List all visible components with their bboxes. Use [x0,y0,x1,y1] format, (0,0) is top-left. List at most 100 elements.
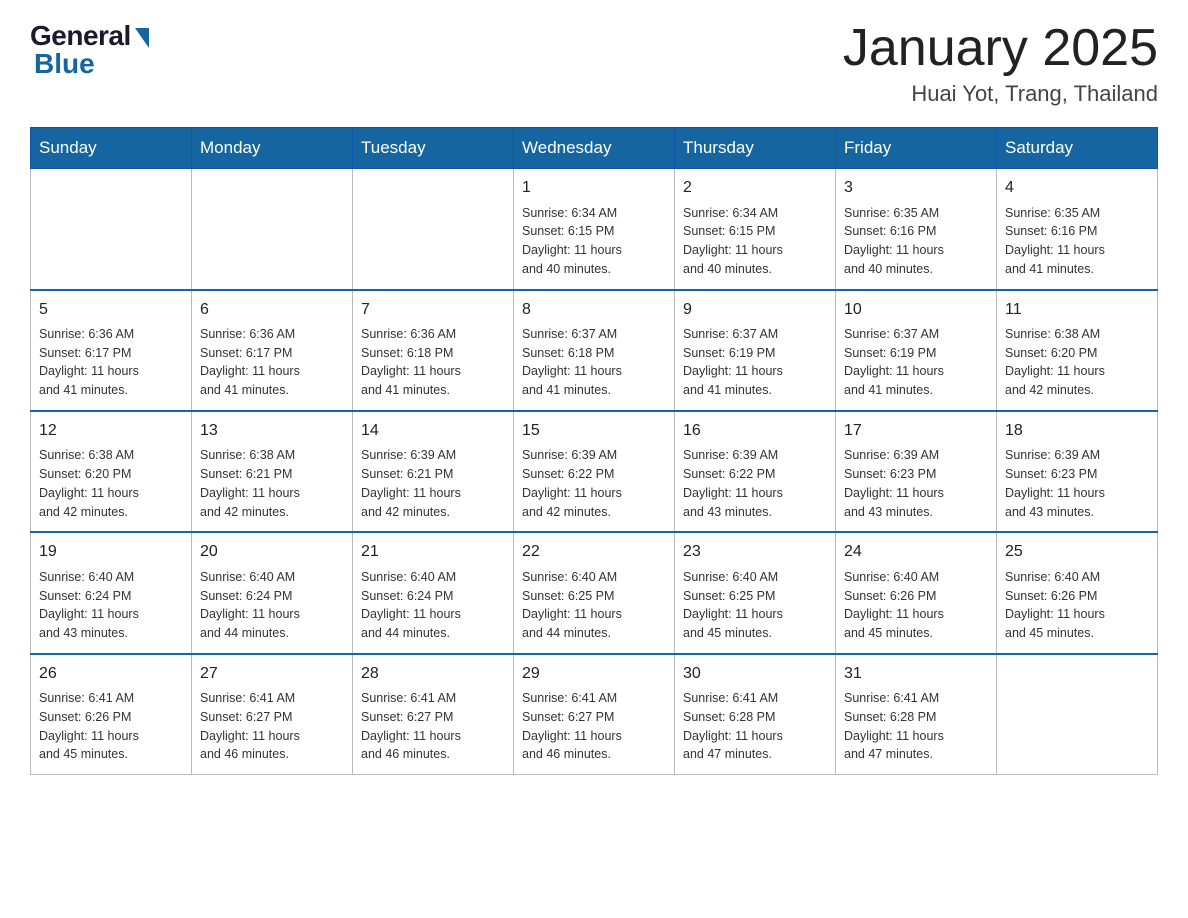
day-number: 26 [39,663,183,685]
day-cell: 10 Sunrise: 6:37 AM Sunset: 6:19 PM Dayli… [836,290,997,411]
day-cell: 29 Sunrise: 6:41 AM Sunset: 6:27 PM Dayli… [514,654,675,775]
day-number: 4 [1005,177,1149,199]
day-info: Sunrise: 6:40 AM Sunset: 6:26 PM Dayligh… [1005,568,1149,643]
day-cell: 31 Sunrise: 6:41 AM Sunset: 6:28 PM Dayli… [836,654,997,775]
day-info: Sunrise: 6:39 AM Sunset: 6:22 PM Dayligh… [522,446,666,521]
day-cell: 12 Sunrise: 6:38 AM Sunset: 6:20 PM Dayli… [31,411,192,532]
weekday-header-tuesday: Tuesday [353,128,514,169]
day-number: 15 [522,420,666,442]
month-title: January 2025 [843,20,1158,77]
day-number: 28 [361,663,505,685]
title-block: January 2025 Huai Yot, Trang, Thailand [843,20,1158,107]
day-number: 11 [1005,299,1149,321]
day-info: Sunrise: 6:40 AM Sunset: 6:26 PM Dayligh… [844,568,988,643]
day-info: Sunrise: 6:41 AM Sunset: 6:27 PM Dayligh… [200,689,344,764]
day-cell: 7 Sunrise: 6:36 AM Sunset: 6:18 PM Daylig… [353,290,514,411]
day-info: Sunrise: 6:40 AM Sunset: 6:25 PM Dayligh… [522,568,666,643]
day-cell: 18 Sunrise: 6:39 AM Sunset: 6:23 PM Dayli… [997,411,1158,532]
day-info: Sunrise: 6:40 AM Sunset: 6:25 PM Dayligh… [683,568,827,643]
day-cell: 20 Sunrise: 6:40 AM Sunset: 6:24 PM Dayli… [192,532,353,653]
day-info: Sunrise: 6:41 AM Sunset: 6:27 PM Dayligh… [522,689,666,764]
calendar-table: SundayMondayTuesdayWednesdayThursdayFrid… [30,127,1158,775]
day-info: Sunrise: 6:40 AM Sunset: 6:24 PM Dayligh… [361,568,505,643]
day-info: Sunrise: 6:38 AM Sunset: 6:20 PM Dayligh… [1005,325,1149,400]
day-number: 10 [844,299,988,321]
day-info: Sunrise: 6:38 AM Sunset: 6:20 PM Dayligh… [39,446,183,521]
page-header: General Blue January 2025 Huai Yot, Tran… [30,20,1158,107]
location-title: Huai Yot, Trang, Thailand [843,81,1158,107]
week-row-4: 19 Sunrise: 6:40 AM Sunset: 6:24 PM Dayli… [31,532,1158,653]
weekday-header-sunday: Sunday [31,128,192,169]
logo-arrow-icon [135,28,149,48]
day-number: 6 [200,299,344,321]
day-number: 12 [39,420,183,442]
weekday-header-monday: Monday [192,128,353,169]
weekday-header-thursday: Thursday [675,128,836,169]
day-info: Sunrise: 6:36 AM Sunset: 6:18 PM Dayligh… [361,325,505,400]
day-info: Sunrise: 6:34 AM Sunset: 6:15 PM Dayligh… [522,204,666,279]
day-number: 18 [1005,420,1149,442]
day-cell: 17 Sunrise: 6:39 AM Sunset: 6:23 PM Dayli… [836,411,997,532]
day-number: 3 [844,177,988,199]
day-info: Sunrise: 6:39 AM Sunset: 6:23 PM Dayligh… [844,446,988,521]
day-number: 9 [683,299,827,321]
week-row-2: 5 Sunrise: 6:36 AM Sunset: 6:17 PM Daylig… [31,290,1158,411]
day-info: Sunrise: 6:39 AM Sunset: 6:23 PM Dayligh… [1005,446,1149,521]
day-number: 24 [844,541,988,563]
day-cell: 30Sunrise: 6:41 AM Sunset: 6:28 PM Dayli… [675,654,836,775]
day-info: Sunrise: 6:35 AM Sunset: 6:16 PM Dayligh… [844,204,988,279]
day-info: Sunrise: 6:41 AM Sunset: 6:27 PM Dayligh… [361,689,505,764]
day-number: 5 [39,299,183,321]
weekday-header-friday: Friday [836,128,997,169]
day-number: 7 [361,299,505,321]
day-cell [31,169,192,290]
day-cell: 3 Sunrise: 6:35 AM Sunset: 6:16 PM Daylig… [836,169,997,290]
day-number: 21 [361,541,505,563]
day-number: 20 [200,541,344,563]
day-number: 14 [361,420,505,442]
day-info: Sunrise: 6:37 AM Sunset: 6:19 PM Dayligh… [844,325,988,400]
day-number: 31 [844,663,988,685]
day-cell: 22Sunrise: 6:40 AM Sunset: 6:25 PM Dayli… [514,532,675,653]
day-info: Sunrise: 6:36 AM Sunset: 6:17 PM Dayligh… [39,325,183,400]
day-info: Sunrise: 6:39 AM Sunset: 6:22 PM Dayligh… [683,446,827,521]
day-cell: 13Sunrise: 6:38 AM Sunset: 6:21 PM Dayli… [192,411,353,532]
day-cell: 23 Sunrise: 6:40 AM Sunset: 6:25 PM Dayli… [675,532,836,653]
day-number: 17 [844,420,988,442]
day-info: Sunrise: 6:37 AM Sunset: 6:19 PM Dayligh… [683,325,827,400]
day-cell: 11 Sunrise: 6:38 AM Sunset: 6:20 PM Dayli… [997,290,1158,411]
day-info: Sunrise: 6:41 AM Sunset: 6:26 PM Dayligh… [39,689,183,764]
day-info: Sunrise: 6:40 AM Sunset: 6:24 PM Dayligh… [200,568,344,643]
day-number: 29 [522,663,666,685]
weekday-header-saturday: Saturday [997,128,1158,169]
day-info: Sunrise: 6:34 AM Sunset: 6:15 PM Dayligh… [683,204,827,279]
day-number: 16 [683,420,827,442]
day-number: 23 [683,541,827,563]
day-number: 25 [1005,541,1149,563]
day-cell: 1 Sunrise: 6:34 AM Sunset: 6:15 PM Daylig… [514,169,675,290]
day-cell: 4Sunrise: 6:35 AM Sunset: 6:16 PM Daylig… [997,169,1158,290]
day-cell [353,169,514,290]
day-number: 2 [683,177,827,199]
day-number: 1 [522,177,666,199]
week-row-3: 12 Sunrise: 6:38 AM Sunset: 6:20 PM Dayli… [31,411,1158,532]
day-cell [192,169,353,290]
day-info: Sunrise: 6:36 AM Sunset: 6:17 PM Dayligh… [200,325,344,400]
day-cell: 5 Sunrise: 6:36 AM Sunset: 6:17 PM Daylig… [31,290,192,411]
week-row-5: 26 Sunrise: 6:41 AM Sunset: 6:26 PM Dayli… [31,654,1158,775]
day-cell: 2 Sunrise: 6:34 AM Sunset: 6:15 PM Daylig… [675,169,836,290]
day-cell: 19Sunrise: 6:40 AM Sunset: 6:24 PM Dayli… [31,532,192,653]
day-cell: 21 Sunrise: 6:40 AM Sunset: 6:24 PM Dayli… [353,532,514,653]
day-cell: 24 Sunrise: 6:40 AM Sunset: 6:26 PM Dayli… [836,532,997,653]
day-cell: 26 Sunrise: 6:41 AM Sunset: 6:26 PM Dayli… [31,654,192,775]
day-cell [997,654,1158,775]
day-number: 8 [522,299,666,321]
day-cell: 9 Sunrise: 6:37 AM Sunset: 6:19 PM Daylig… [675,290,836,411]
day-cell: 14Sunrise: 6:39 AM Sunset: 6:21 PM Dayli… [353,411,514,532]
day-number: 19 [39,541,183,563]
week-row-1: 1 Sunrise: 6:34 AM Sunset: 6:15 PM Daylig… [31,169,1158,290]
day-number: 30 [683,663,827,685]
day-cell: 6 Sunrise: 6:36 AM Sunset: 6:17 PM Daylig… [192,290,353,411]
day-info: Sunrise: 6:41 AM Sunset: 6:28 PM Dayligh… [844,689,988,764]
day-number: 27 [200,663,344,685]
